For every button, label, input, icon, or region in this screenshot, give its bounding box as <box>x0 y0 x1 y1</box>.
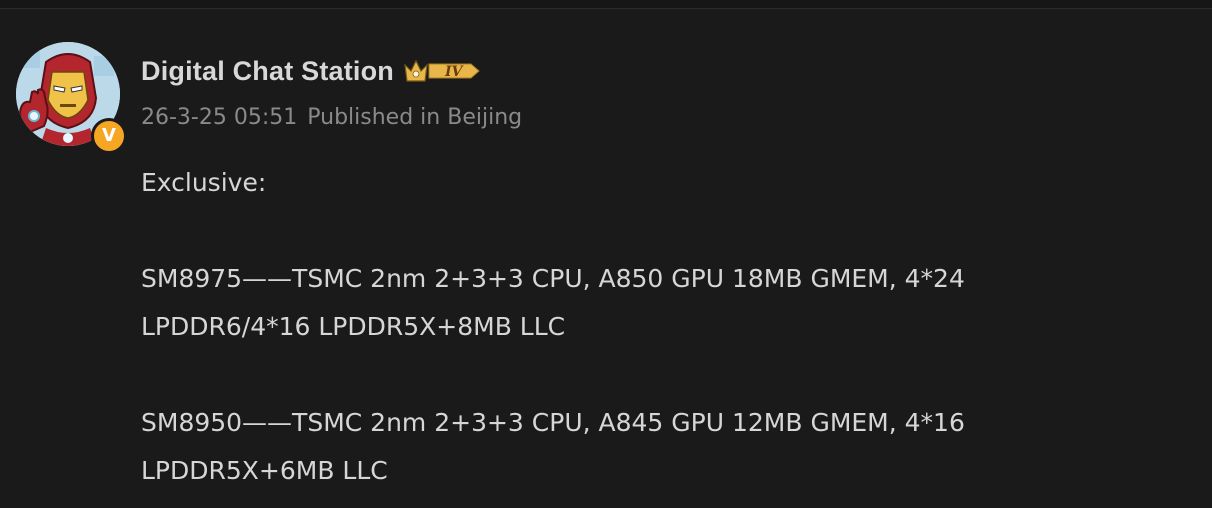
verified-badge-text: V <box>102 125 116 146</box>
author-name[interactable]: Digital Chat Station <box>141 56 394 87</box>
post-body: Exclusive: SM8975——TSMC 2nm 2+3+3 CPU, A… <box>141 159 1171 495</box>
chip1-line2: LPDDR6/4*16 LPDDR5X+8MB LLC <box>141 312 566 341</box>
post-location: Published in Beijing <box>307 105 523 130</box>
author-header: Digital Chat Station IV <box>141 53 481 89</box>
member-level-text: IV <box>444 64 465 80</box>
crown-level-badge-icon[interactable]: IV <box>403 57 481 85</box>
top-divider <box>0 0 1212 9</box>
verified-v-icon: V <box>91 118 127 154</box>
post-intro: Exclusive: <box>141 168 267 197</box>
chip1-line1: SM8975——TSMC 2nm 2+3+3 CPU, A850 GPU 18M… <box>141 264 965 293</box>
post-time[interactable]: 26-3-25 05:51 <box>141 105 297 130</box>
post-card: V Digital Chat Station IV 26-3-25 05:51 P… <box>0 9 1212 508</box>
post-meta: 26-3-25 05:51 Published in Beijing <box>141 105 522 130</box>
chip2-line2: LPDDR5X+6MB LLC <box>141 456 388 485</box>
author-avatar[interactable]: V <box>16 42 127 156</box>
chip2-line1: SM8950——TSMC 2nm 2+3+3 CPU, A845 GPU 12M… <box>141 408 965 437</box>
